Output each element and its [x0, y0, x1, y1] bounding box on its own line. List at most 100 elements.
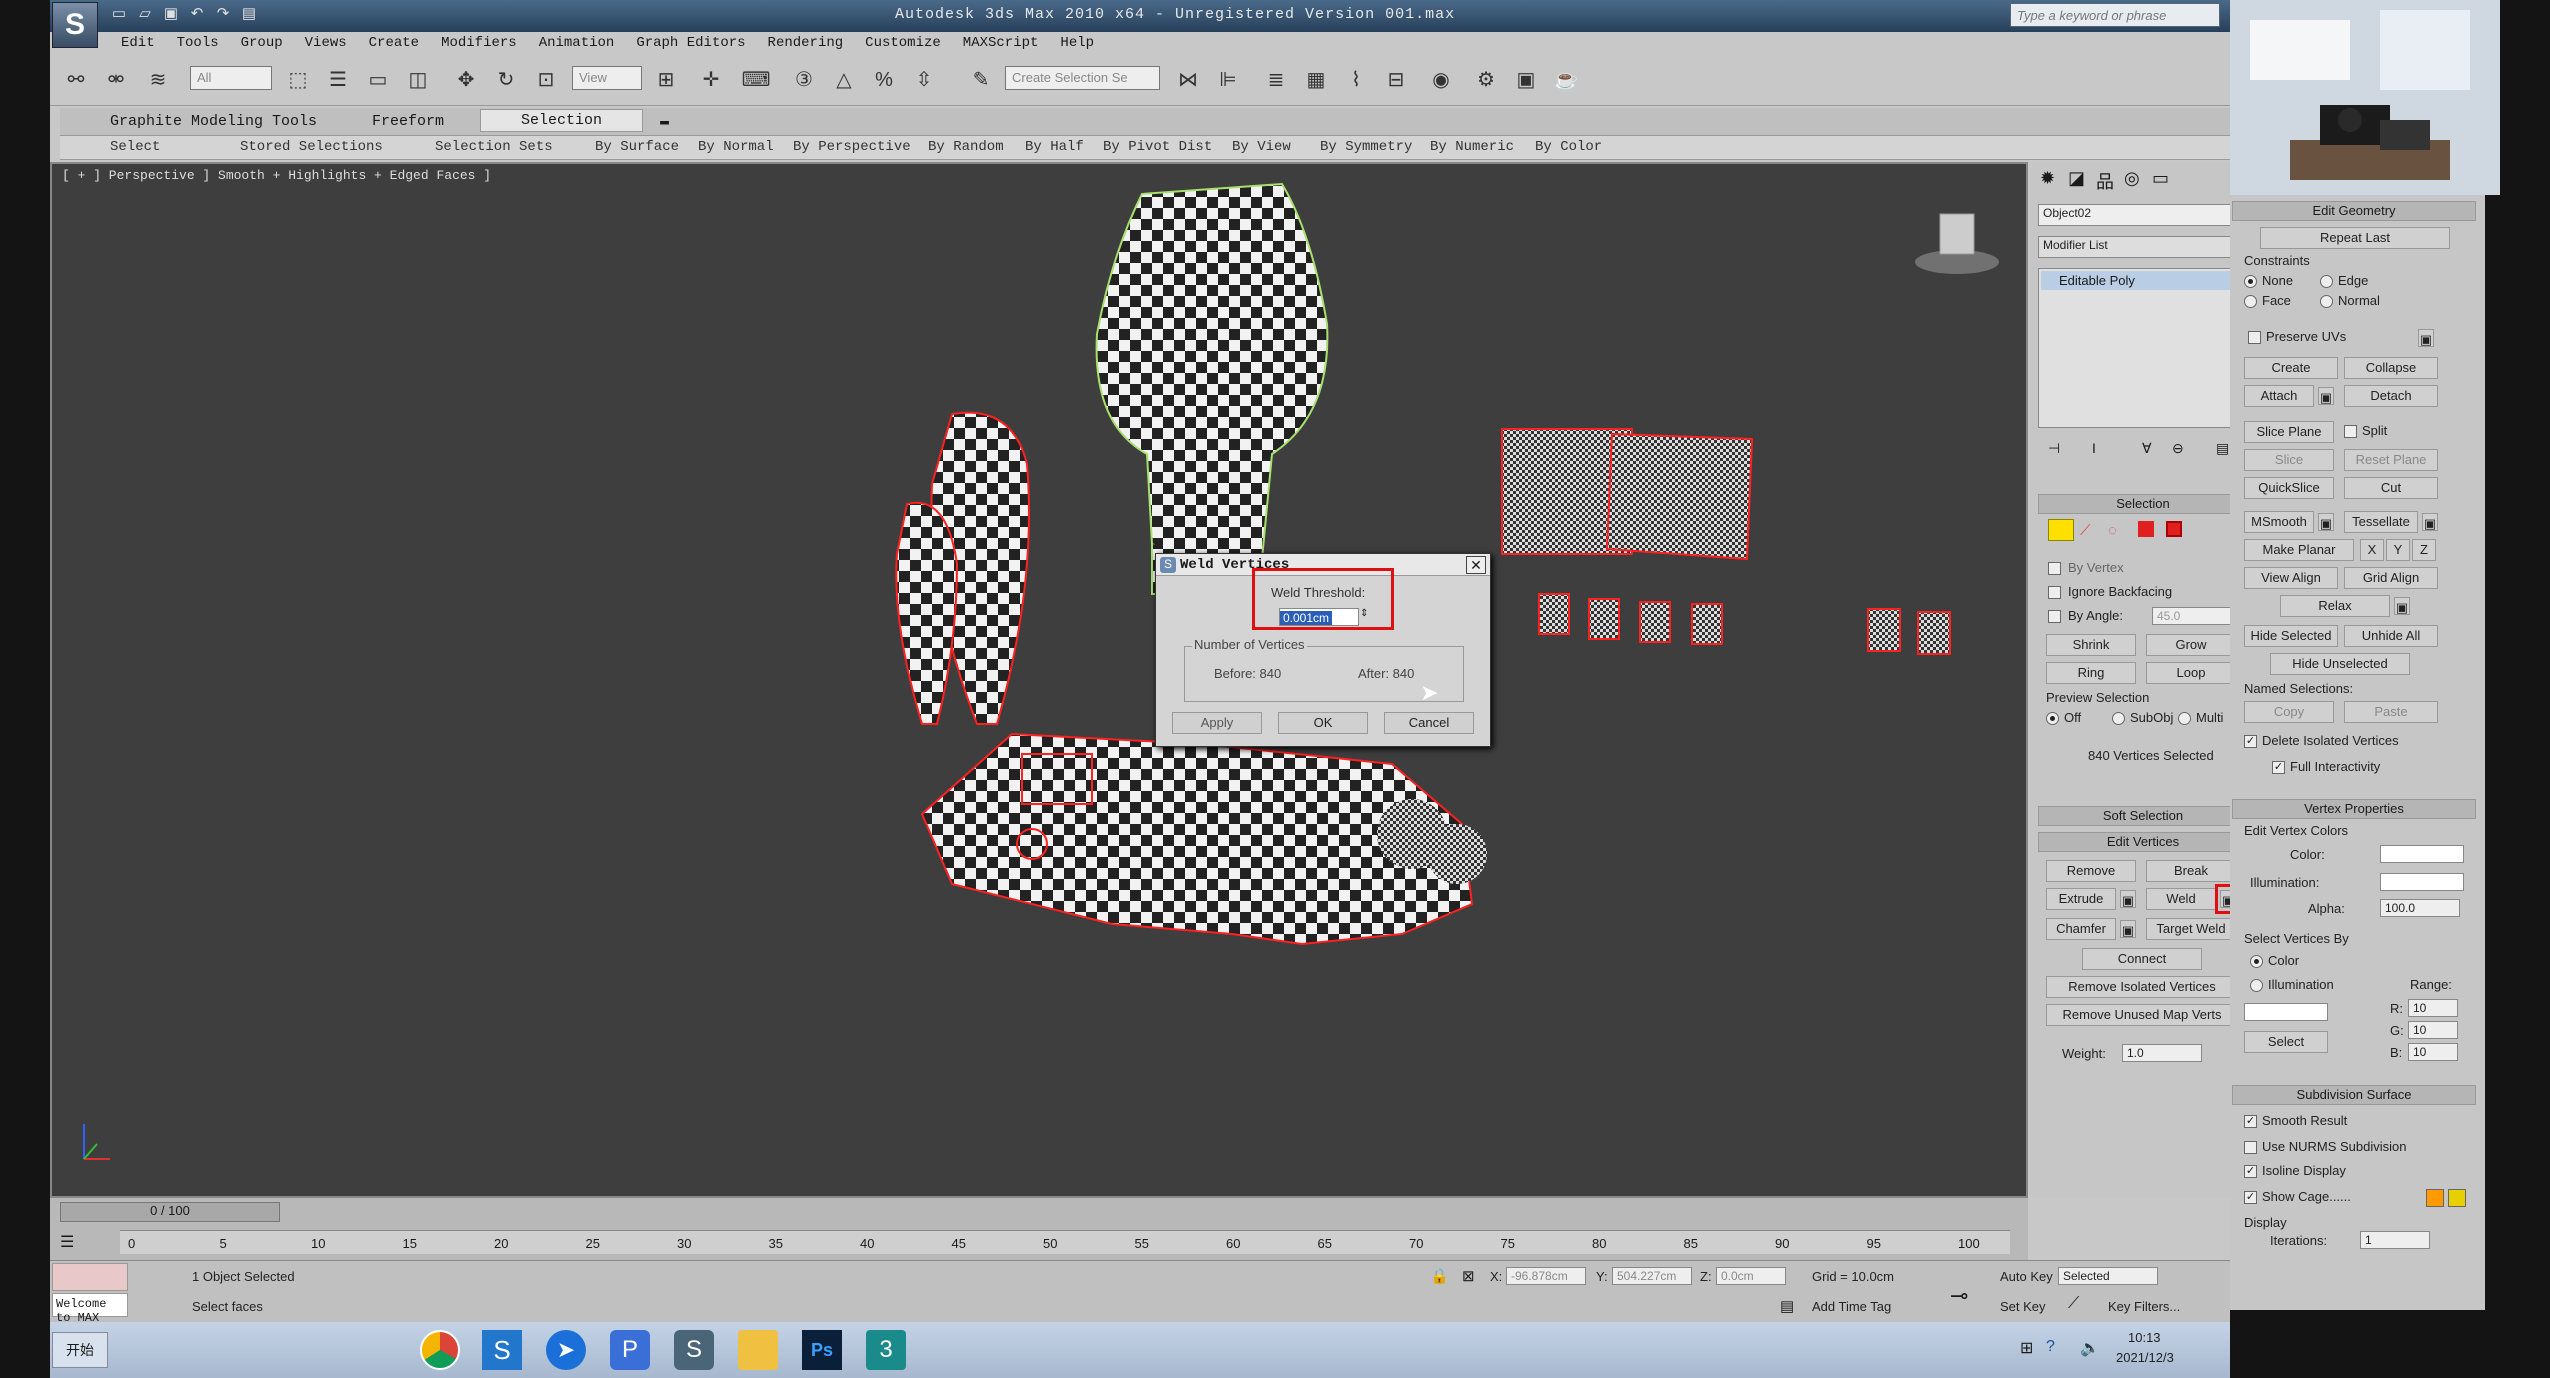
selection-filter-dropdown[interactable]: All — [190, 66, 272, 90]
grid-align-button[interactable]: Grid Align — [2344, 567, 2438, 589]
relax-button[interactable]: Relax — [2280, 595, 2390, 617]
menu-tools[interactable]: Tools — [166, 32, 230, 54]
use-nurms-checkbox[interactable] — [2244, 1141, 2257, 1154]
app-logo-icon[interactable]: S — [52, 2, 98, 48]
rect-selection-icon[interactable]: ▭ — [362, 64, 394, 96]
collapse-button[interactable]: Collapse — [2344, 357, 2438, 379]
set-key-icon[interactable]: ⟋ — [2068, 1295, 2079, 1313]
link-icon[interactable]: ⚯ — [60, 64, 92, 96]
remove-modifier-icon[interactable]: ⊖ — [2172, 440, 2184, 457]
reset-plane-button[interactable]: Reset Plane — [2344, 449, 2438, 471]
undo-icon[interactable]: ↶ — [186, 3, 208, 25]
split-checkbox[interactable] — [2344, 425, 2357, 438]
explorer-icon[interactable] — [738, 1330, 778, 1370]
tab-freeform[interactable]: Freeform — [372, 113, 444, 130]
save-icon[interactable]: ▣ — [160, 3, 182, 25]
maxscript-mini-listener[interactable]: Welcome to MAX — [52, 1293, 128, 1322]
isoline-display-checkbox[interactable]: ✓ — [2244, 1165, 2257, 1178]
ribbon-select[interactable]: Select — [110, 139, 160, 155]
attach-settings-icon[interactable]: ▣ — [2318, 387, 2334, 405]
auto-key-button[interactable]: Auto Key — [2000, 1269, 2053, 1284]
weight-spinner[interactable]: 1.0 — [2122, 1044, 2202, 1062]
tab-graphite[interactable]: Graphite Modeling Tools — [110, 113, 317, 130]
y-coordinate-field[interactable]: 504.227cm — [1612, 1267, 1692, 1285]
move-icon[interactable]: ✥ — [450, 64, 482, 96]
stack-editable-poly[interactable]: Editable Poly — [2041, 271, 2230, 290]
paste-button[interactable]: Paste — [2344, 701, 2438, 723]
dialog-close-icon[interactable]: ✕ — [1466, 556, 1486, 574]
open-file-icon[interactable]: ▱ — [134, 3, 156, 25]
select-by-color-radio[interactable] — [2250, 955, 2263, 968]
vertex-properties-rollout-header[interactable]: Vertex Properties — [2232, 799, 2476, 819]
rotate-icon[interactable]: ↻ — [490, 64, 522, 96]
relax-settings-icon[interactable]: ▣ — [2394, 597, 2410, 615]
preview-multi-radio[interactable] — [2178, 712, 2191, 725]
modifier-list-dropdown[interactable]: Modifier List — [2038, 236, 2230, 258]
smooth-result-checkbox[interactable]: ✓ — [2244, 1115, 2257, 1128]
hierarchy-tab-icon[interactable]: 品 — [2096, 168, 2114, 194]
iterations-spinner[interactable]: 1 — [2360, 1231, 2430, 1249]
by-angle-checkbox[interactable] — [2048, 610, 2061, 623]
cancel-button[interactable]: Cancel — [1384, 712, 1474, 734]
clock-time[interactable]: 10:13 — [2128, 1330, 2161, 1345]
time-tag-icon[interactable]: ▤ — [1780, 1297, 1794, 1315]
ribbon-stored-selections[interactable]: Stored Selections — [240, 139, 383, 155]
select-by-name-icon[interactable]: ☰ — [322, 64, 354, 96]
extrude-settings-icon[interactable]: ▣ — [2120, 890, 2136, 908]
set-key-button[interactable]: Set Key — [2000, 1299, 2046, 1314]
spinner-snap-icon[interactable]: ⇳ — [908, 64, 940, 96]
tray-help-icon[interactable]: ? — [2046, 1338, 2055, 1356]
vertex-mode-icon[interactable] — [2048, 519, 2074, 541]
chrome-icon[interactable] — [420, 1330, 460, 1370]
selection-lock-icon[interactable]: 🔒 — [1430, 1267, 1449, 1285]
3dsmax-taskbar-icon[interactable]: S — [674, 1330, 714, 1370]
feather-app-icon[interactable]: ➤ — [546, 1330, 586, 1370]
perspective-viewport[interactable]: [ + ] Perspective ] Smooth + Highlights … — [50, 162, 2028, 1198]
selection-rollout-header[interactable]: Selection — [2038, 494, 2230, 514]
constraint-edge-radio[interactable] — [2320, 275, 2333, 288]
rendered-frame-icon[interactable]: ▣ — [1510, 64, 1542, 96]
cage-color-swatch[interactable] — [2426, 1189, 2444, 1207]
z-coordinate-field[interactable]: 0.0cm — [1716, 1267, 1786, 1285]
pivot-icon[interactable]: ⊞ — [650, 64, 682, 96]
make-unique-icon[interactable]: ∀ — [2142, 440, 2152, 457]
unlink-icon[interactable]: ⚮ — [100, 64, 132, 96]
layer-manager-icon[interactable]: ≣ — [1260, 64, 1292, 96]
modify-tab-icon[interactable]: ◪ — [2068, 168, 2085, 189]
select-by-color-button[interactable]: Select — [2244, 1031, 2328, 1053]
subdivision-surface-rollout-header[interactable]: Subdivision Surface — [2232, 1085, 2476, 1105]
loop-button[interactable]: Loop — [2146, 662, 2230, 684]
mini-curve-editor-icon[interactable]: ☰ — [60, 1232, 74, 1252]
remove-isolated-vertices-button[interactable]: Remove Isolated Vertices — [2046, 976, 2230, 998]
remove-button[interactable]: Remove — [2046, 860, 2136, 882]
keyboard-shortcut-icon[interactable]: ⌨ — [740, 64, 772, 96]
chamfer-settings-icon[interactable]: ▣ — [2120, 920, 2136, 938]
graphite-toggle-icon[interactable]: ▦ — [1300, 64, 1332, 96]
ring-button[interactable]: Ring — [2046, 662, 2136, 684]
create-button[interactable]: Create — [2244, 357, 2338, 379]
photoshop-icon[interactable]: Ps — [802, 1330, 842, 1370]
select-object-icon[interactable]: ⬚ — [282, 64, 314, 96]
tab-selection[interactable]: Selection — [480, 109, 644, 132]
connect-button[interactable]: Connect — [2082, 948, 2202, 970]
render-teapot-icon[interactable]: ☕ — [1550, 64, 1582, 96]
show-end-result-icon[interactable]: Ι — [2092, 440, 2096, 456]
ribbon-by-view[interactable]: By View — [1232, 139, 1291, 155]
project-folder-icon[interactable]: ▤ — [238, 3, 260, 25]
maxscript-listener[interactable] — [52, 1263, 128, 1291]
preserve-uvs-settings-icon[interactable]: ▣ — [2418, 329, 2434, 347]
extrude-button[interactable]: Extrude — [2046, 888, 2116, 910]
menu-customize[interactable]: Customize — [854, 32, 952, 54]
ribbon-by-normal[interactable]: By Normal — [698, 139, 774, 155]
target-weld-button[interactable]: Target Weld — [2146, 918, 2230, 940]
object-name-field[interactable]: Object02 — [2038, 204, 2230, 226]
edit-vertices-rollout-header[interactable]: Edit Vertices — [2038, 832, 2230, 852]
menu-modifiers[interactable]: Modifiers — [430, 32, 528, 54]
planar-x-button[interactable]: X — [2360, 539, 2384, 561]
clock-date[interactable]: 2021/12/3 — [2116, 1350, 2174, 1365]
show-cage-checkbox[interactable]: ✓ — [2244, 1191, 2257, 1204]
menu-edit[interactable]: Edit — [110, 32, 166, 54]
percent-snap-icon[interactable]: % — [868, 64, 900, 96]
msmooth-button[interactable]: MSmooth — [2244, 511, 2314, 533]
range-g-spinner[interactable]: 10 — [2408, 1021, 2458, 1039]
